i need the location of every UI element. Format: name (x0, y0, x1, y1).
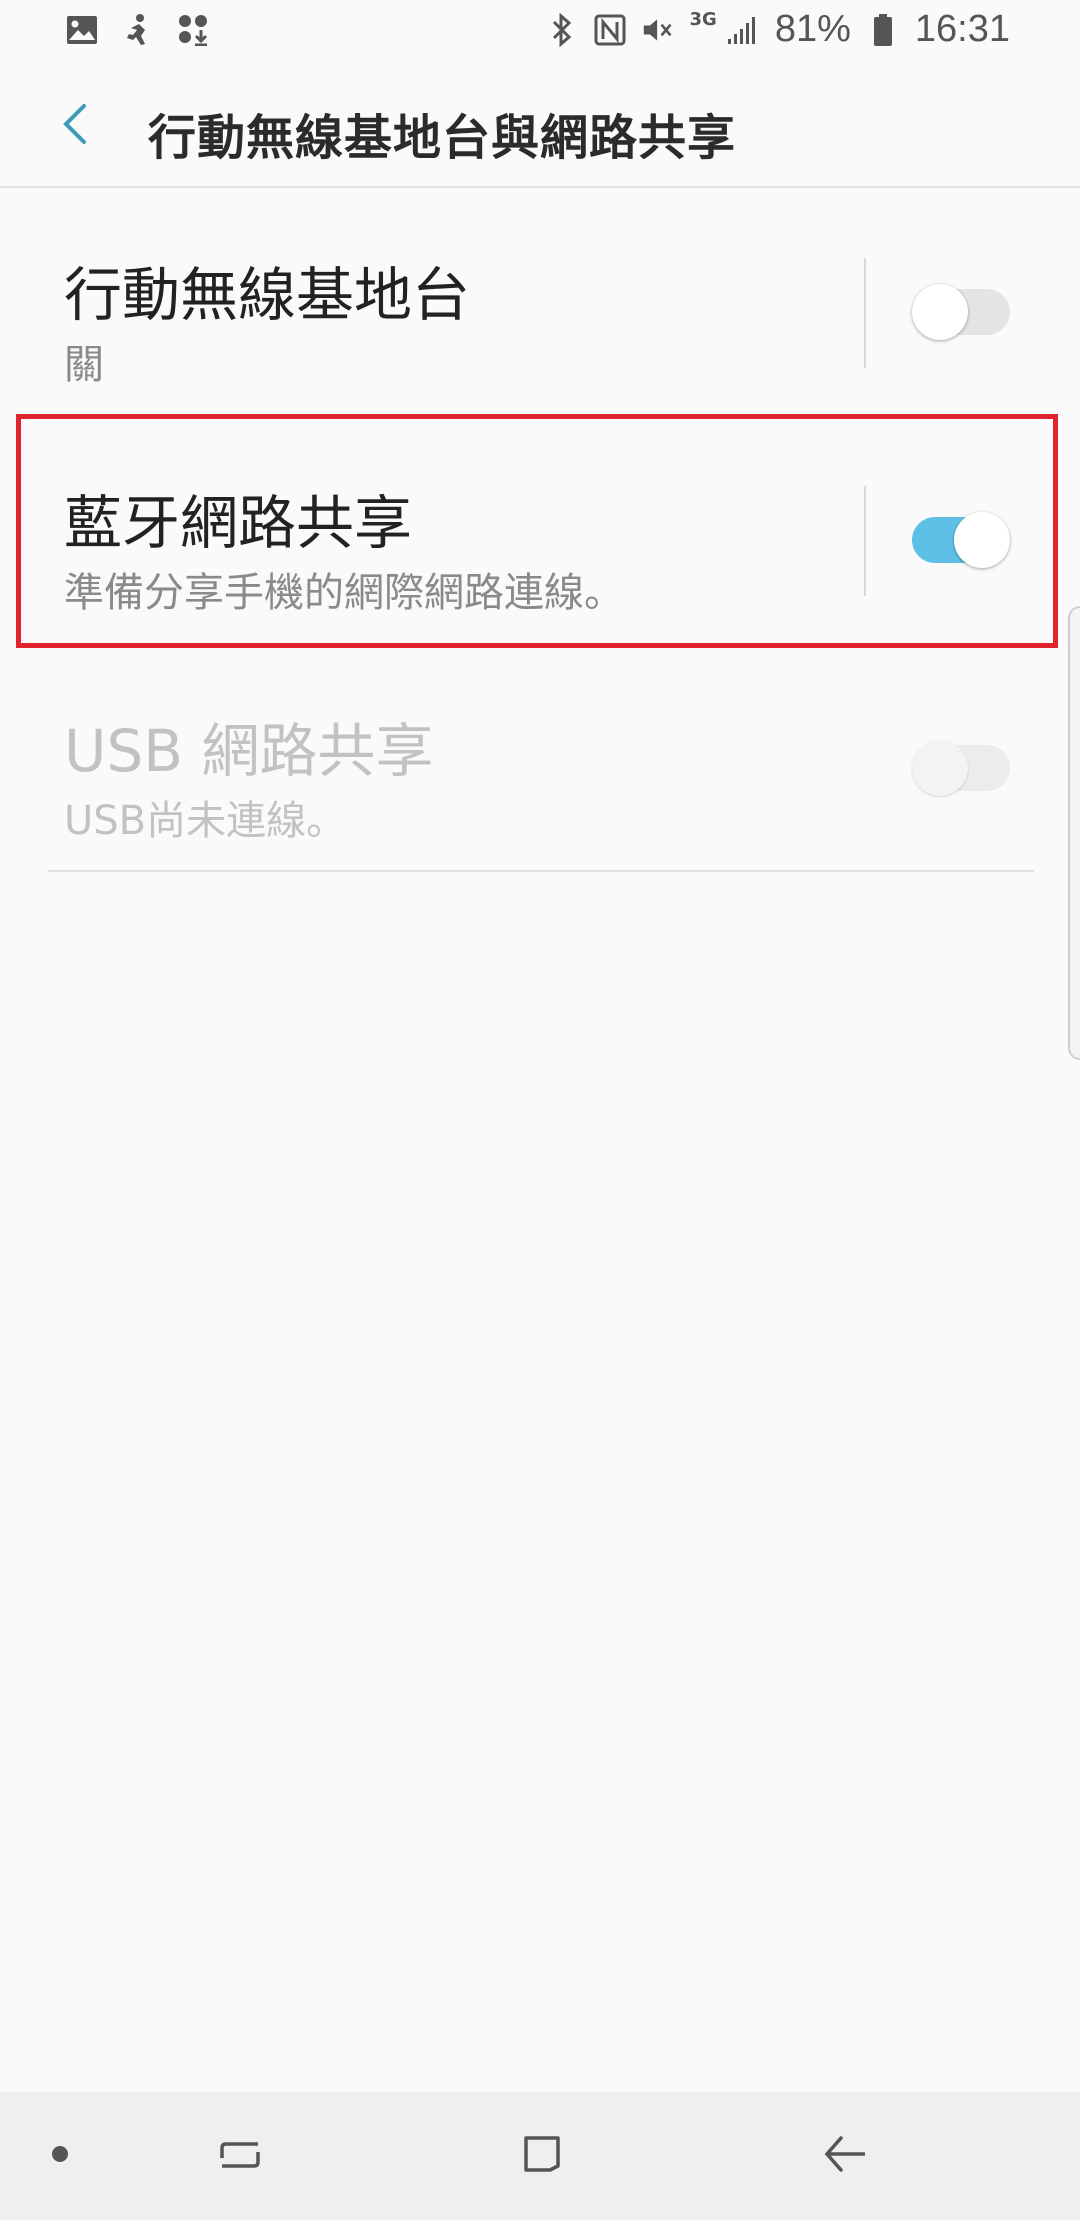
list-divider (48, 870, 1034, 872)
mobile-hotspot-title: 行動無線基地台 (64, 261, 471, 329)
mobile-hotspot-row[interactable]: 行動無線基地台 關 (0, 200, 1080, 428)
signal-icon (727, 14, 759, 46)
system-back-button[interactable] (810, 2120, 882, 2192)
bluetooth-icon (546, 12, 578, 47)
bluetooth-tethering-status: 準備分享手機的網際網路連線。 (64, 570, 624, 616)
back-button[interactable] (44, 96, 104, 156)
dot-icon (51, 2145, 69, 2167)
download-apps-icon (178, 14, 210, 46)
bluetooth-tethering-row[interactable]: 藍牙網路共享 準備分享手機的網際網路連線。 (0, 428, 1080, 656)
network-type: 3G (689, 9, 717, 30)
navigation-bar (0, 2092, 1080, 2220)
home-icon (520, 2132, 564, 2180)
home-button[interactable] (506, 2120, 578, 2192)
app-bar: 行動無線基地台與網路共享 (0, 68, 1080, 188)
battery-icon (867, 13, 899, 46)
row-divider (864, 486, 866, 596)
row-divider (864, 258, 866, 368)
mobile-hotspot-status: 關 (64, 342, 104, 388)
usb-tethering-toggle (912, 740, 1010, 796)
battery-percent: 81% (774, 8, 851, 50)
usb-tethering-row: USB 網路共享 USB尚未連線。 (0, 656, 1080, 884)
bluetooth-tethering-toggle[interactable] (912, 512, 1010, 568)
page-title: 行動無線基地台與網路共享 (148, 110, 737, 166)
nfc-icon (594, 14, 626, 46)
bluetooth-tethering-title: 藍牙網路共享 (64, 489, 413, 557)
nav-dot-button[interactable] (24, 2120, 96, 2192)
recent-apps-button[interactable] (204, 2120, 276, 2192)
status-bar: 3G 81% 16:31 (0, 0, 1080, 68)
scroll-indicator[interactable] (1068, 606, 1080, 1060)
mobile-hotspot-toggle[interactable] (912, 284, 1010, 340)
chevron-left-icon (60, 102, 88, 150)
back-icon (823, 2134, 869, 2178)
sport-activity-icon (122, 14, 154, 46)
usb-tethering-title: USB 網路共享 (64, 717, 434, 785)
usb-tethering-status: USB尚未連線。 (64, 798, 347, 844)
mute-icon (642, 14, 674, 46)
image-icon (66, 14, 98, 46)
clock: 16:31 (914, 8, 1010, 50)
recent-apps-icon (218, 2134, 262, 2178)
